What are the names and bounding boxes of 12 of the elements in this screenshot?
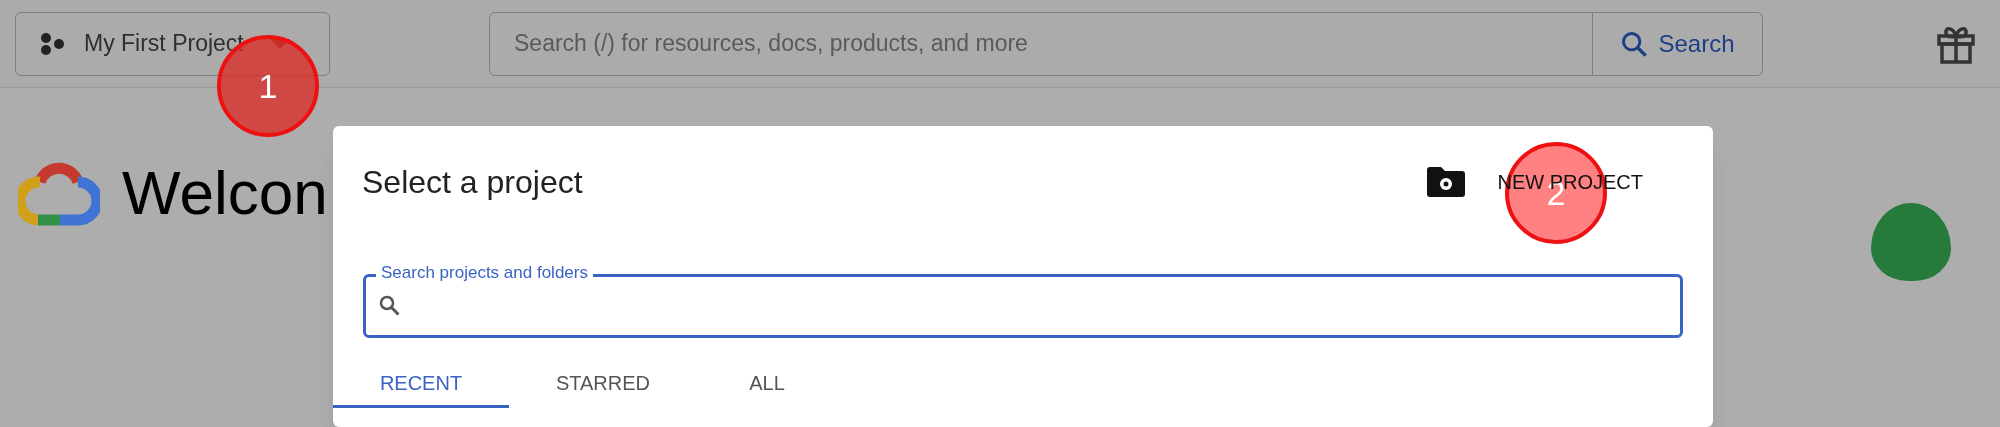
dialog-title: Select a project — [362, 163, 583, 202]
search-bar[interactable]: Search (/) for resources, docs, products, and more Search — [489, 11, 1763, 76]
tab[interactable]: STARRED — [509, 356, 697, 408]
search-button[interactable]: Search — [1592, 12, 1762, 75]
folder-settings-icon[interactable] — [1427, 167, 1466, 197]
tab[interactable]: RECENT — [333, 356, 509, 408]
hexagons-icon — [40, 31, 66, 56]
tab[interactable]: ALL — [697, 356, 837, 408]
search-icon — [1620, 29, 1649, 58]
field-label: Search projects and folders — [376, 264, 593, 281]
search-icon — [378, 294, 402, 318]
welcome-heading: Welcon — [122, 162, 328, 224]
